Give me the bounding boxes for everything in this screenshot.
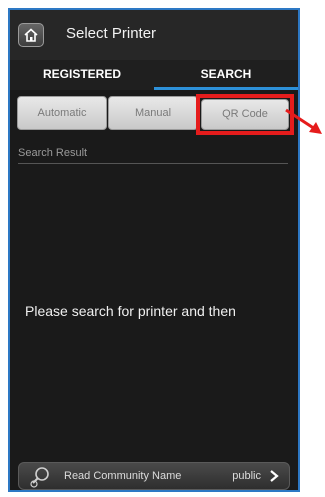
manual-button[interactable]: Manual (108, 96, 198, 130)
settings-search-icon (30, 467, 49, 488)
home-button[interactable] (18, 23, 44, 47)
chevron-right-icon (270, 470, 279, 482)
arrow-icon (285, 108, 322, 134)
app-screen: Select Printer REGISTERED SEARCH Automat… (8, 8, 300, 492)
page-title: Select Printer (66, 25, 157, 42)
community-name-value: public (232, 470, 261, 482)
home-icon (24, 28, 38, 42)
tab-registered[interactable]: REGISTERED (10, 60, 154, 90)
qr-code-highlight: QR Code (196, 94, 294, 135)
divider (18, 163, 288, 164)
title-bar: Select Printer (10, 10, 298, 60)
tab-bar: REGISTERED SEARCH (10, 60, 298, 90)
automatic-button[interactable]: Automatic (17, 96, 107, 130)
tab-search[interactable]: SEARCH (154, 60, 298, 90)
community-name-label: Read Community Name (64, 470, 182, 482)
search-result-label: Search Result (18, 147, 88, 159)
search-message: Please search for printer and then (25, 303, 236, 319)
read-community-name-row[interactable]: Read Community Name public (18, 462, 290, 490)
qr-code-button[interactable]: QR Code (201, 99, 289, 130)
